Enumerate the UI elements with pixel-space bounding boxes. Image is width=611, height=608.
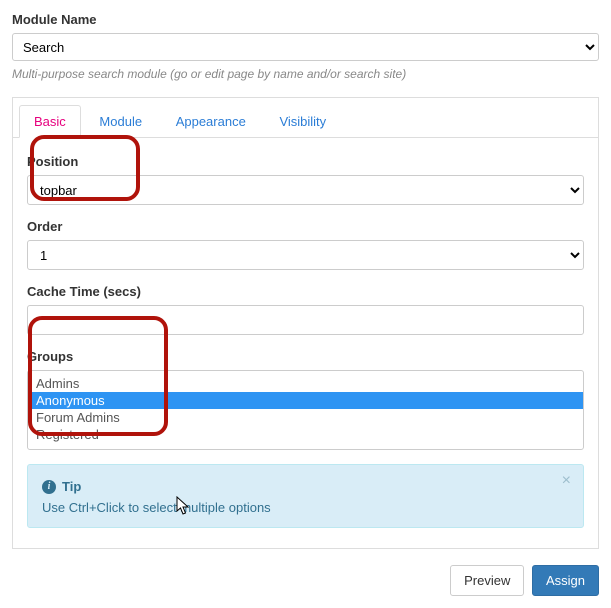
tip-title-text: Tip [62,479,81,494]
tab-module[interactable]: Module [84,105,157,137]
tab-basic[interactable]: Basic [19,105,81,138]
position-label: Position [27,154,584,169]
cache-input[interactable] [27,305,584,335]
close-icon[interactable]: × [562,473,571,489]
groups-label: Groups [27,349,584,364]
cache-field: Cache Time (secs) [27,284,584,335]
tabs-bar: Basic Module Appearance Visibility [13,98,598,138]
module-name-label: Module Name [12,12,599,27]
module-help-text: Multi-purpose search module (go or edit … [12,67,599,81]
position-select[interactable]: topbar [27,175,584,205]
order-field: Order 1 [27,219,584,270]
tabs-container: Basic Module Appearance Visibility Posit… [12,97,599,549]
tab-content: Position topbar Order 1 Cache Time (secs… [13,138,598,548]
tip-alert: × i Tip Use Ctrl+Click to select multipl… [27,464,584,528]
footer-buttons: Preview Assign [12,565,599,596]
position-field: Position topbar [27,154,584,205]
groups-field: Groups Admins Anonymous Forum Admins Reg… [27,349,584,450]
cache-label: Cache Time (secs) [27,284,584,299]
groups-option-forum-admins[interactable]: Forum Admins [28,409,583,426]
tip-text: Use Ctrl+Click to select multiple option… [42,500,569,515]
tip-title: i Tip [42,479,81,494]
order-label: Order [27,219,584,234]
tab-visibility[interactable]: Visibility [264,105,341,137]
order-select[interactable]: 1 [27,240,584,270]
tab-appearance[interactable]: Appearance [161,105,261,137]
module-name-select[interactable]: Search [12,33,599,61]
groups-option-admins[interactable]: Admins [28,375,583,392]
groups-listbox[interactable]: Admins Anonymous Forum Admins Registered [27,370,584,450]
groups-option-registered[interactable]: Registered [28,426,583,443]
info-icon: i [42,480,56,494]
assign-button[interactable]: Assign [532,565,599,596]
preview-button[interactable]: Preview [450,565,524,596]
groups-option-anonymous[interactable]: Anonymous [28,392,583,409]
